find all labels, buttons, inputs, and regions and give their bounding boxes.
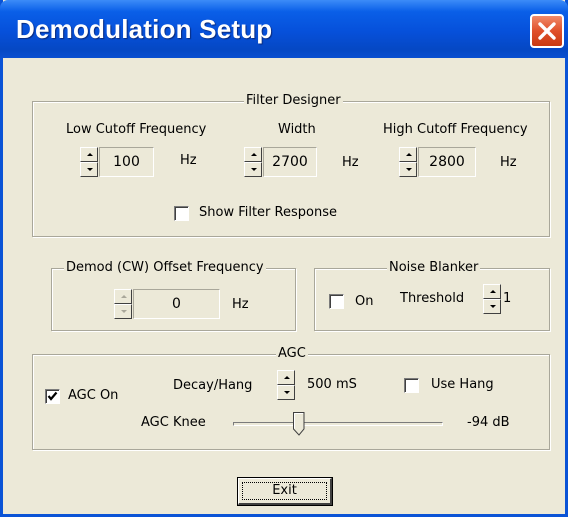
arrow-up-icon	[87, 153, 93, 156]
decay-hang-down-button[interactable]	[277, 385, 295, 400]
noise-blanker-on-checkbox[interactable]	[329, 294, 344, 309]
low-cutoff-unit: Hz	[180, 153, 197, 168]
close-x-icon	[538, 22, 556, 40]
demodulation-setup-window: Demodulation Setup Filter Designer Low C…	[0, 0, 568, 517]
agc-knee-value: -94 dB	[467, 415, 510, 430]
high-cutoff-unit: Hz	[500, 155, 517, 170]
high-cutoff-label: High Cutoff Frequency	[383, 122, 528, 137]
low-cutoff-up-button[interactable]	[80, 147, 98, 162]
high-cutoff-up-button[interactable]	[399, 147, 417, 162]
arrow-down-icon	[251, 168, 257, 171]
arrow-up-icon	[121, 295, 127, 298]
window-title: Demodulation Setup	[16, 14, 273, 44]
width-label: Width	[278, 122, 316, 137]
arrow-up-icon	[284, 376, 290, 379]
decay-hang-up-button[interactable]	[277, 370, 295, 385]
demod-offset-value[interactable]: 0	[133, 289, 220, 319]
threshold-value[interactable]: 1	[503, 291, 511, 306]
agc-on-checkbox[interactable]	[45, 389, 60, 404]
low-cutoff-value[interactable]: 100	[99, 147, 154, 177]
demod-offset-spinner[interactable]	[114, 289, 132, 319]
arrow-down-icon	[406, 168, 412, 171]
demod-offset-up-button[interactable]	[114, 289, 132, 304]
arrow-up-icon	[490, 290, 496, 293]
arrow-down-icon	[87, 168, 93, 171]
decay-hang-spinner[interactable]	[277, 370, 295, 400]
low-cutoff-down-button[interactable]	[80, 162, 98, 177]
low-cutoff-spinner[interactable]	[80, 147, 98, 177]
agc-knee-label: AGC Knee	[141, 415, 206, 430]
demod-offset-group: Demod (CW) Offset Frequency 0 Hz	[51, 260, 296, 331]
show-filter-response-checkbox[interactable]	[174, 206, 189, 221]
agc-legend: AGC	[276, 346, 308, 362]
arrow-down-icon	[284, 391, 290, 394]
noise-blanker-on-label[interactable]: On	[355, 294, 373, 309]
title-bar[interactable]: Demodulation Setup	[0, 0, 568, 58]
agc-knee-slider-track[interactable]	[233, 422, 443, 426]
width-spinner[interactable]	[244, 147, 262, 177]
slider-thumb-icon	[293, 412, 305, 436]
high-cutoff-value[interactable]: 2800	[418, 147, 476, 177]
width-up-button[interactable]	[244, 147, 262, 162]
show-filter-response-label[interactable]: Show Filter Response	[199, 205, 337, 220]
exit-button-label: Exit	[272, 483, 297, 498]
high-cutoff-down-button[interactable]	[399, 162, 417, 177]
threshold-down-button[interactable]	[483, 299, 501, 314]
filter-designer-legend: Filter Designer	[244, 93, 343, 109]
width-down-button[interactable]	[244, 162, 262, 177]
checkmark-icon	[47, 391, 58, 401]
low-cutoff-label: Low Cutoff Frequency	[66, 122, 207, 137]
use-hang-checkbox[interactable]	[404, 378, 419, 393]
demod-offset-legend: Demod (CW) Offset Frequency	[64, 260, 266, 276]
exit-button[interactable]: Exit	[237, 477, 333, 506]
agc-knee-slider-thumb[interactable]	[293, 412, 305, 436]
dialog-body: Filter Designer Low Cutoff Frequency 100…	[3, 58, 565, 514]
noise-blanker-legend: Noise Blanker	[387, 260, 481, 276]
threshold-spinner[interactable]	[483, 284, 501, 314]
arrow-up-icon	[251, 153, 257, 156]
agc-on-label[interactable]: AGC On	[68, 388, 118, 403]
demod-offset-unit: Hz	[232, 297, 249, 312]
arrow-down-icon	[490, 305, 496, 308]
filter-designer-group: Filter Designer Low Cutoff Frequency 100…	[32, 93, 550, 237]
demod-offset-down-button[interactable]	[114, 304, 132, 319]
noise-blanker-group: Noise Blanker On Threshold 1	[314, 260, 550, 331]
decay-hang-label: Decay/Hang	[173, 378, 253, 393]
width-value[interactable]: 2700	[263, 147, 317, 177]
width-unit: Hz	[342, 155, 359, 170]
high-cutoff-spinner[interactable]	[399, 147, 417, 177]
use-hang-label[interactable]: Use Hang	[431, 377, 494, 392]
threshold-label: Threshold	[400, 291, 465, 306]
arrow-down-icon	[121, 310, 127, 313]
arrow-up-icon	[406, 153, 412, 156]
decay-hang-value: 500 mS	[307, 377, 357, 392]
close-button[interactable]	[530, 14, 564, 48]
agc-group: AGC AGC On Decay/Hang 500 mS Use Hang AG…	[32, 346, 550, 450]
threshold-up-button[interactable]	[483, 284, 501, 299]
